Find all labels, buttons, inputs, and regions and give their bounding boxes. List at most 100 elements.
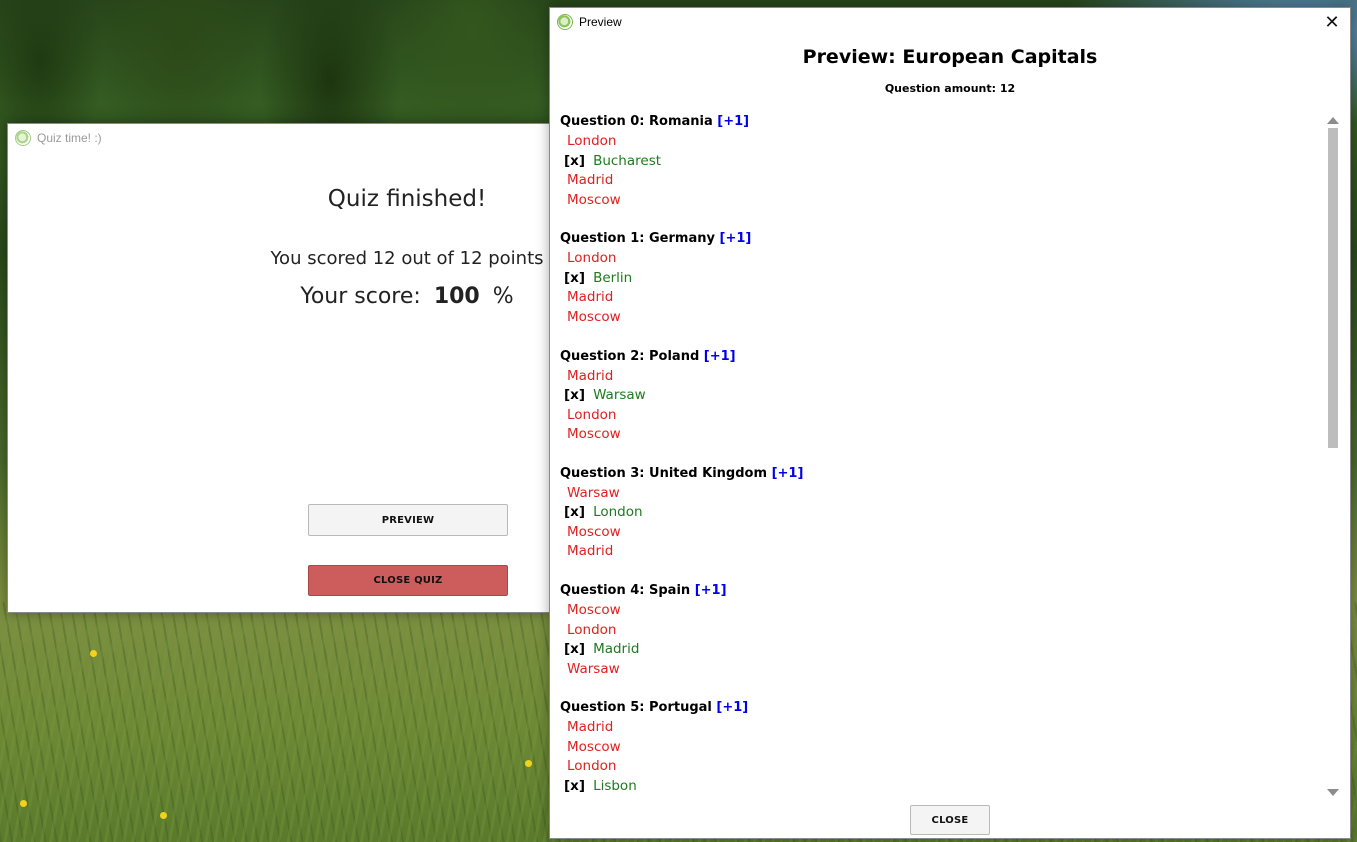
answer-text: Moscow [567,738,621,755]
question-title: Question 4: Spain [+1] [560,581,1320,601]
close-icon[interactable]: ✕ [1322,12,1342,33]
answer-text: London [593,504,643,521]
answer-text: Moscow [567,523,621,540]
question-block: Question 2: Poland [+1] Madrid [x] Warsaw Lo… [560,347,1320,464]
question-list[interactable]: Question 0: Romania [+1] London [x] Buchare… [560,112,1320,798]
question-title: Question 0: Romania [+1] [560,112,1320,132]
answer-text: London [567,250,617,267]
chevron-down-icon[interactable] [1327,786,1339,798]
answer-wrong: London [560,249,1320,269]
question-block: Question 4: Spain [+1] Moscow London [x] Mad… [560,581,1320,698]
answer-wrong: Madrid [560,288,1320,308]
correct-marker: [x] [564,777,586,794]
correct-marker: [x] [564,387,586,404]
close-quiz-button[interactable]: CLOSE QUIZ [308,565,508,596]
correct-marker: [x] [564,504,586,521]
question-text: Question 4: Spain [560,583,691,599]
question-amount: Question amount: 12 [884,82,1016,95]
answer-text: Madrid [567,289,614,306]
answer-text: Moscow [567,602,621,619]
score-label: Your score: [300,284,421,309]
question-points: [+1] [719,231,752,247]
answer-wrong: Moscow [560,738,1320,758]
answer-wrong: Moscow [560,308,1320,328]
answer-wrong: London [560,621,1320,641]
question-text: Question 0: Romania [560,114,713,129]
answer-text: London [567,621,617,638]
answer-text: Madrid [567,543,614,560]
answer-wrong: Madrid [560,542,1320,562]
preview-heading: Preview: European Capitals [802,46,1098,68]
answer-text: Lisbon [593,777,637,794]
answer-text: Warsaw [593,387,646,404]
question-block: Question 1: Germany [+1] London [x] Berlin M… [560,229,1320,346]
wallpaper-flower [160,812,167,819]
scrollbar-thumb[interactable] [1328,128,1338,448]
quiz-window-titlebar[interactable]: Quiz time! :) [8,124,554,152]
answer-correct: [x] Lisbon [560,777,1320,797]
answer-wrong: London [560,132,1320,152]
question-block: Question 0: Romania [+1] London [x] Buchare… [560,112,1320,229]
preview-button[interactable]: PREVIEW [308,504,508,536]
answer-wrong: Warsaw [560,660,1320,680]
answer-text: Moscow [567,426,621,443]
answer-wrong: Madrid [560,718,1320,738]
answer-text: London [567,758,617,775]
answer-text: Warsaw [567,660,620,677]
answer-correct: [x] London [560,503,1320,523]
answer-correct: [x] Berlin [560,269,1320,289]
answer-text: Madrid [567,172,614,188]
question-points: [+1] [703,348,736,364]
answer-wrong: Warsaw [560,484,1320,504]
score-unit: % [492,284,514,309]
chevron-up-icon[interactable] [1327,114,1339,126]
preview-window: Preview ✕ Preview: European Capitals Que… [549,7,1351,839]
score-value: 100 [433,284,480,309]
scrollbar[interactable] [1326,112,1340,798]
answer-wrong: Madrid [560,367,1320,387]
correct-marker: [x] [564,269,586,286]
answer-text: Moscow [567,191,621,208]
answer-wrong: Madrid [560,171,1320,191]
answer-text: Madrid [593,641,640,658]
answer-wrong: Moscow [560,601,1320,621]
preview-window-title: Preview [579,15,622,29]
question-text: Question 1: Germany [560,231,715,247]
answer-correct: [x] Warsaw [560,386,1320,406]
answer-wrong: London [560,757,1320,777]
answer-wrong: Moscow [560,191,1320,211]
quiz-window-title: Quiz time! :) [37,131,102,145]
question-title: Question 1: Germany [+1] [560,229,1320,249]
answer-text: Berlin [593,269,633,286]
answer-text: Warsaw [567,484,620,501]
quiz-app-icon [15,130,31,146]
question-text: Question 2: Poland [560,348,700,364]
correct-marker: [x] [564,641,586,658]
question-title: Question 3: United Kingdom [+1] [560,464,1320,484]
close-button[interactable]: CLOSE [910,805,990,835]
answer-text: London [567,406,617,423]
answer-text: London [567,133,617,149]
question-title: Question 2: Poland [+1] [560,347,1320,367]
quiz-window: Quiz time! :) Quiz finished! You scored … [7,123,555,613]
answer-wrong: London [560,406,1320,426]
question-block: Question 5: Portugal [+1] Madrid Moscow Lon… [560,698,1320,798]
question-block: Question 3: United Kingdom [+1] Warsaw [x]… [560,464,1320,581]
correct-marker: [x] [564,152,586,169]
quiz-app-icon [557,14,573,30]
answer-correct: [x] Madrid [560,640,1320,660]
question-text: Question 3: United Kingdom [560,465,768,481]
answer-correct: [x] Bucharest [560,152,1320,172]
question-points: [+1] [694,583,727,599]
question-points: [+1] [716,700,749,716]
answer-text: Bucharest [593,152,662,169]
wallpaper-flower [525,760,532,767]
preview-window-titlebar[interactable]: Preview [550,8,1350,36]
wallpaper-flower [90,650,97,657]
question-text: Question 5: Portugal [560,700,712,716]
answer-text: Madrid [567,719,614,736]
answer-text: Moscow [567,308,621,325]
question-points: [+1] [771,465,804,481]
answer-text: Madrid [567,367,614,384]
question-title: Question 5: Portugal [+1] [560,698,1320,718]
